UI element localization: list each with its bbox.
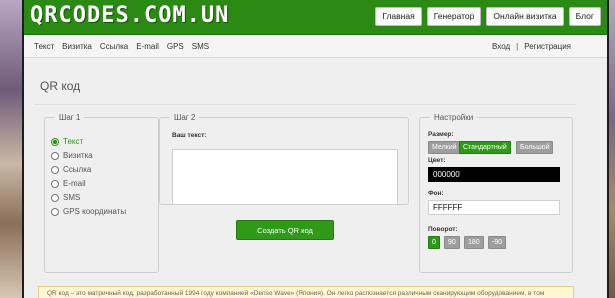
rotation-minus-90-button[interactable]: -90 (488, 236, 507, 249)
radio-icon[interactable] (51, 193, 59, 202)
tab-email[interactable]: E-mail (136, 42, 159, 51)
settings-legend: Настройки (434, 113, 474, 122)
nav-home-button[interactable]: Главная (375, 7, 422, 26)
settings-panel: Настройки Размер: Мелкий Стандартный Бол… (419, 113, 573, 273)
option-label: Текст (63, 137, 84, 146)
site-logo[interactable]: QRCODES.COM.UN (30, 3, 229, 28)
radio-icon[interactable] (51, 165, 59, 174)
bg-label: Фон: (428, 190, 444, 197)
login-link[interactable]: Вход (492, 42, 510, 51)
text-field-label: Ваш текст: (172, 132, 207, 139)
rotation-180-button[interactable]: 180 (464, 236, 484, 249)
text-input[interactable] (172, 149, 398, 205)
radio-selected-icon[interactable] (51, 137, 59, 146)
generate-qr-button[interactable]: Создать QR код (236, 220, 334, 240)
option-label: Визитка (63, 151, 93, 160)
option-email[interactable]: E-mail (51, 179, 86, 188)
tab-link[interactable]: Ссылка (100, 42, 128, 51)
color-label: Цвет: (428, 157, 446, 164)
register-link[interactable]: Регистрация (524, 42, 571, 51)
browser-window: QRCODES.COM.UN Главная Генератор Онлайн … (22, 0, 609, 298)
top-nav: Главная Генератор Онлайн визитка Блог (375, 7, 601, 26)
nav-blog-button[interactable]: Блог (568, 7, 601, 26)
site-header: QRCODES.COM.UN Главная Генератор Онлайн … (24, 0, 607, 35)
rotation-0-button[interactable]: 0 (428, 236, 440, 249)
step1-legend: Шаг 1 (59, 113, 81, 122)
page-title: QR код (40, 79, 81, 93)
rotation-90-button[interactable]: 90 (444, 236, 460, 249)
nav-separator: | (516, 42, 519, 51)
color-input[interactable]: 000000 (428, 167, 560, 182)
info-notice: QR код – это матричный код, разработанны… (38, 286, 574, 298)
tab-gps[interactable]: GPS (167, 42, 184, 51)
sub-nav: Текст Визитка Ссылка E-mail GPS SMS Вход… (24, 35, 607, 58)
size-large-button[interactable]: Большой (516, 141, 554, 154)
size-small-button[interactable]: Мелкий (428, 141, 461, 154)
step2-panel: Шаг 2 Ваш текст: (159, 113, 409, 205)
tab-text[interactable]: Текст (34, 42, 54, 51)
step1-panel: Шаг 1 Текст Визитка Ссылка E-mail SMS GP… (44, 113, 159, 273)
option-label: GPS координаты (63, 207, 127, 216)
nav-generator-button[interactable]: Генератор (426, 7, 482, 26)
divider (34, 104, 577, 105)
option-sms[interactable]: SMS (51, 193, 80, 202)
step2-legend: Шаг 2 (174, 113, 196, 122)
option-label: SMS (63, 193, 81, 202)
size-label: Размер: (428, 131, 454, 138)
option-label: Ссылка (63, 165, 92, 174)
option-text[interactable]: Текст (51, 137, 83, 146)
option-link[interactable]: Ссылка (51, 165, 91, 174)
nav-online-card-button[interactable]: Онлайн визитка (486, 7, 564, 26)
option-gps[interactable]: GPS координаты (51, 207, 126, 216)
bg-color-input[interactable]: FFFFFF (428, 200, 560, 215)
tab-sms[interactable]: SMS (192, 42, 209, 51)
tab-vcard[interactable]: Визитка (62, 42, 92, 51)
radio-icon[interactable] (51, 207, 59, 216)
option-label: E-mail (63, 179, 86, 188)
rotation-label: Поворот: (428, 226, 458, 233)
radio-icon[interactable] (51, 151, 59, 160)
size-standard-button[interactable]: Стандартный (459, 141, 511, 154)
radio-icon[interactable] (51, 179, 59, 188)
option-vcard[interactable]: Визитка (51, 151, 93, 160)
